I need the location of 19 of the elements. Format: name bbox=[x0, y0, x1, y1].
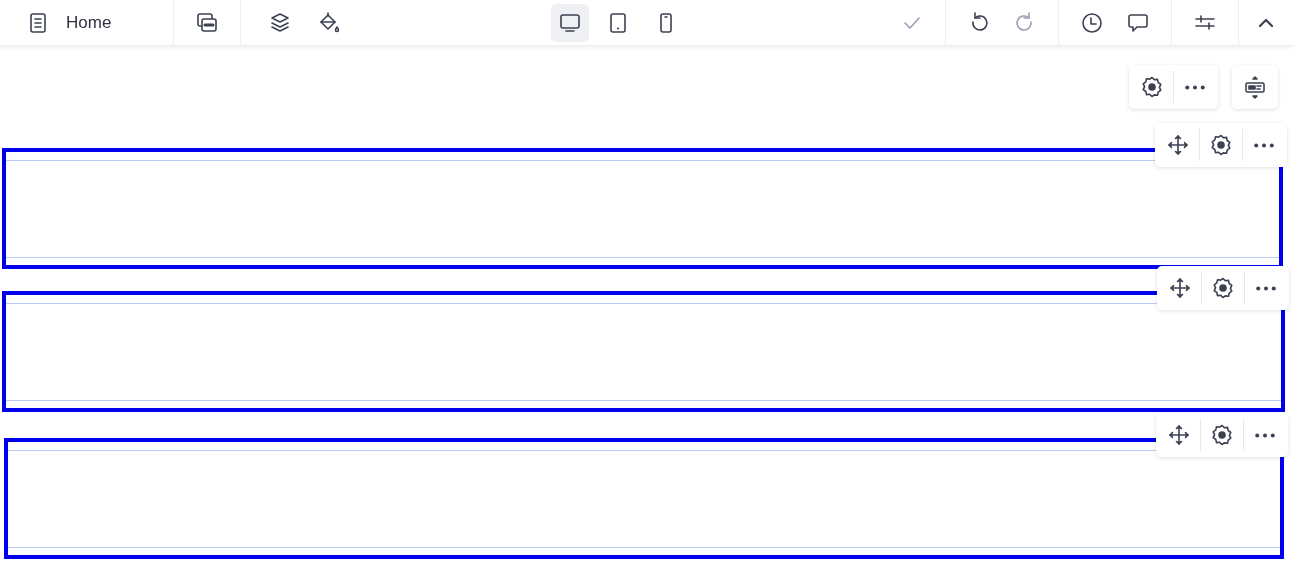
page-section[interactable] bbox=[2, 291, 1285, 412]
history-icon bbox=[1080, 10, 1104, 35]
page-section[interactable] bbox=[4, 438, 1284, 559]
more-icon bbox=[1254, 142, 1274, 148]
page-title[interactable]: Home bbox=[66, 12, 112, 33]
page-section[interactable] bbox=[2, 148, 1283, 269]
frames-icon bbox=[195, 10, 219, 35]
more-icon bbox=[1185, 84, 1205, 90]
desktop-view-button[interactable] bbox=[551, 3, 589, 42]
more-icon bbox=[1256, 285, 1276, 291]
gear-icon bbox=[1140, 75, 1164, 99]
move-icon bbox=[1166, 133, 1190, 157]
more-icon bbox=[1255, 432, 1275, 438]
gear-icon bbox=[1210, 423, 1234, 447]
move-icon bbox=[1167, 423, 1191, 447]
spacing-icon bbox=[1243, 75, 1267, 99]
gear-icon bbox=[1209, 133, 1233, 157]
gear-icon bbox=[1211, 276, 1235, 300]
move-icon bbox=[1168, 276, 1192, 300]
